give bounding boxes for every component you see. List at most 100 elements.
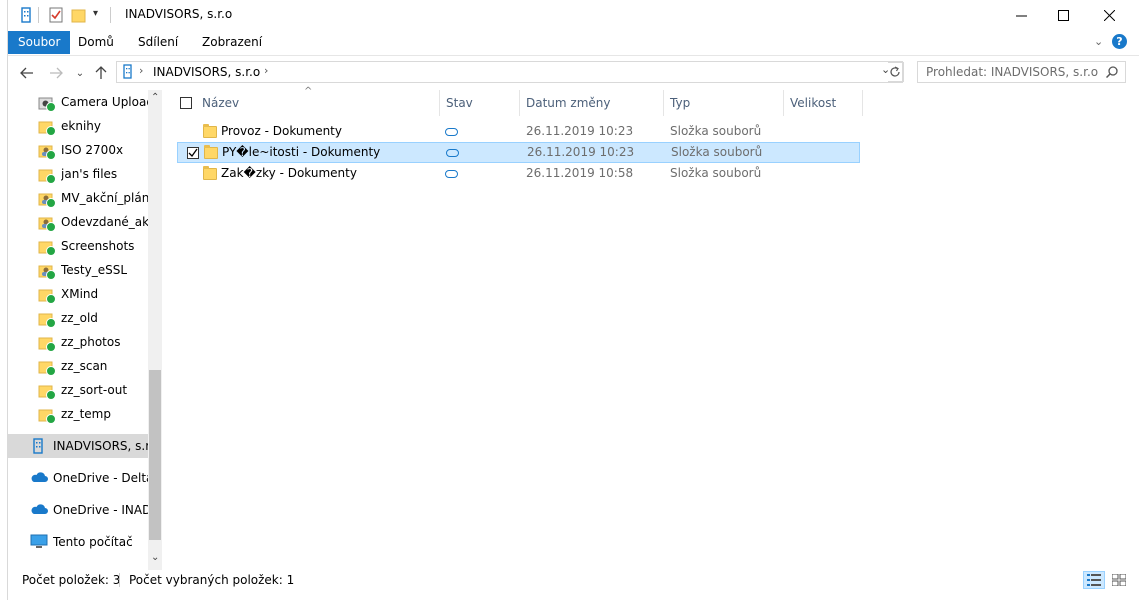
tab-share[interactable]: Sdílení [128, 31, 188, 54]
maximize-icon [1057, 10, 1069, 21]
file-type: Složka souborů [670, 166, 762, 180]
refresh-icon [890, 66, 900, 77]
refresh-button[interactable] [888, 62, 904, 82]
nav-item[interactable]: zz_old [8, 306, 148, 330]
nav-item[interactable]: Screenshots [8, 234, 148, 258]
folder-icon [203, 166, 217, 180]
scroll-thumb[interactable] [149, 370, 161, 540]
window-title: INADVISORS, s.r.o [125, 7, 233, 21]
sync-status-icon [46, 126, 56, 136]
nav-item-label: Screenshots [61, 239, 135, 253]
sync-status-icon [46, 198, 56, 208]
navigation-pane: Camera Uploads eknihy ISO 2700x jan's files… [8, 90, 148, 570]
file-name: Zak�zky - Dokumenty [221, 166, 357, 180]
file-row[interactable]: Zak�zky - Dokumenty 26.11.2019 10:58 Složk… [177, 163, 860, 184]
nav-item-label: zz_scan [61, 359, 108, 373]
nav-item-root[interactable]: OneDrive - Delta a [8, 466, 148, 490]
nav-item-label: OneDrive - INADV [53, 503, 148, 517]
column-divider[interactable] [439, 90, 440, 116]
shared-folder-icon [38, 214, 56, 232]
nav-item-label: eknihy [61, 119, 101, 133]
column-header-date[interactable]: Datum změny [526, 90, 611, 116]
file-date: 26.11.2019 10:23 [527, 145, 635, 159]
recent-locations-icon[interactable]: ⌄ [71, 64, 89, 82]
folder-synced-icon [38, 382, 56, 400]
nav-item[interactable]: jan's files [8, 162, 148, 186]
onedrive-icon [30, 502, 48, 518]
maximize-button[interactable] [1040, 0, 1086, 31]
column-header-type[interactable]: Typ [670, 90, 690, 116]
file-row[interactable]: PY�le~itosti - Dokumenty 26.11.2019 10:23… [177, 142, 860, 163]
back-button[interactable] [18, 64, 36, 82]
nav-item[interactable]: zz_sort-out [8, 378, 148, 402]
sync-status-icon [46, 318, 56, 328]
sync-status-icon [46, 102, 56, 112]
column-divider[interactable] [663, 90, 664, 116]
properties-icon[interactable] [48, 6, 64, 24]
cloud-status-icon [446, 149, 459, 157]
nav-item[interactable]: zz_temp [8, 402, 148, 426]
sync-status-icon [46, 246, 56, 256]
tab-file[interactable]: Soubor [8, 31, 71, 54]
left-window-edge [0, 0, 8, 600]
nav-item-root[interactable]: Tento počítač [8, 530, 148, 554]
search-input[interactable]: Prohledat: INADVISORS, s.r.o [917, 61, 1126, 83]
cloud-status-icon [445, 170, 458, 178]
nav-item[interactable]: MV_akční_plány [8, 186, 148, 210]
scroll-up-icon[interactable]: ⌃ [151, 92, 159, 103]
up-button[interactable] [92, 64, 110, 82]
address-bar[interactable]: › INADVISORS, s.r.o › ⌄ [116, 61, 903, 83]
minimize-button[interactable] [998, 0, 1044, 31]
folder-synced-icon [38, 286, 56, 304]
onedrive-icon [30, 470, 48, 486]
forward-arrow-icon [50, 67, 63, 79]
nav-item-root[interactable]: OneDrive - INADV [8, 498, 148, 522]
nav-item-current[interactable]: INADVISORS, s.r.o [8, 434, 148, 458]
column-divider[interactable] [519, 90, 520, 116]
nav-item-label: OneDrive - Delta a [53, 471, 148, 485]
new-folder-icon[interactable] [71, 6, 87, 24]
column-divider[interactable] [783, 90, 784, 116]
nav-item[interactable]: XMind [8, 282, 148, 306]
folder-synced-icon [38, 406, 56, 424]
help-icon[interactable]: ? [1112, 34, 1127, 49]
sort-indicator-icon: ^ [304, 86, 313, 97]
column-header-status[interactable]: Stav [446, 90, 473, 116]
tab-home[interactable]: Domů [68, 31, 124, 54]
scroll-down-icon[interactable]: ⌄ [151, 552, 159, 563]
details-view-button[interactable] [1083, 571, 1105, 589]
breadcrumb-chevron-icon[interactable]: › [264, 64, 268, 77]
large-icons-view-button[interactable] [1108, 571, 1130, 589]
expand-ribbon-icon[interactable]: ⌄ [1094, 35, 1103, 48]
folder-synced-icon [38, 334, 56, 352]
nav-item[interactable]: zz_photos [8, 330, 148, 354]
close-button[interactable] [1086, 0, 1132, 31]
nav-item[interactable]: Odevzdané_akčr [8, 210, 148, 234]
nav-scrollbar[interactable]: ⌃ ⌄ [148, 90, 162, 570]
breadcrumb-chevron-icon[interactable]: › [139, 64, 143, 77]
file-date: 26.11.2019 10:23 [526, 124, 634, 138]
qat-divider [38, 7, 39, 23]
nav-item[interactable]: ISO 2700x [8, 138, 148, 162]
file-name: PY�le~itosti - Dokumenty [222, 145, 381, 159]
computer-icon [30, 534, 48, 550]
nav-item[interactable]: zz_scan [8, 354, 148, 378]
column-header-name[interactable]: Název [202, 90, 239, 116]
ribbon-tabs: Soubor Domů Sdílení Zobrazení ⌄ ? [8, 31, 1139, 56]
nav-item-label: Tento počítač [53, 535, 133, 549]
nav-item[interactable]: Camera Uploads [8, 90, 148, 114]
shared-folder-icon [38, 190, 56, 208]
tab-view[interactable]: Zobrazení [192, 31, 272, 54]
breadcrumb[interactable]: INADVISORS, s.r.o [153, 65, 260, 79]
qat-dropdown-icon[interactable]: ▾ [93, 8, 98, 19]
file-row[interactable]: Provoz - Dokumenty 26.11.2019 10:23 Složka… [177, 121, 860, 142]
sync-status-icon [46, 174, 56, 184]
column-header-size[interactable]: Velikost [790, 90, 836, 116]
forward-button[interactable] [47, 64, 65, 82]
nav-item-label: zz_temp [61, 407, 111, 421]
row-checkbox[interactable] [187, 147, 199, 159]
nav-item[interactable]: Testy_eSSL [8, 258, 148, 282]
select-all-checkbox[interactable] [180, 97, 192, 109]
column-divider[interactable] [862, 90, 863, 116]
nav-item[interactable]: eknihy [8, 114, 148, 138]
